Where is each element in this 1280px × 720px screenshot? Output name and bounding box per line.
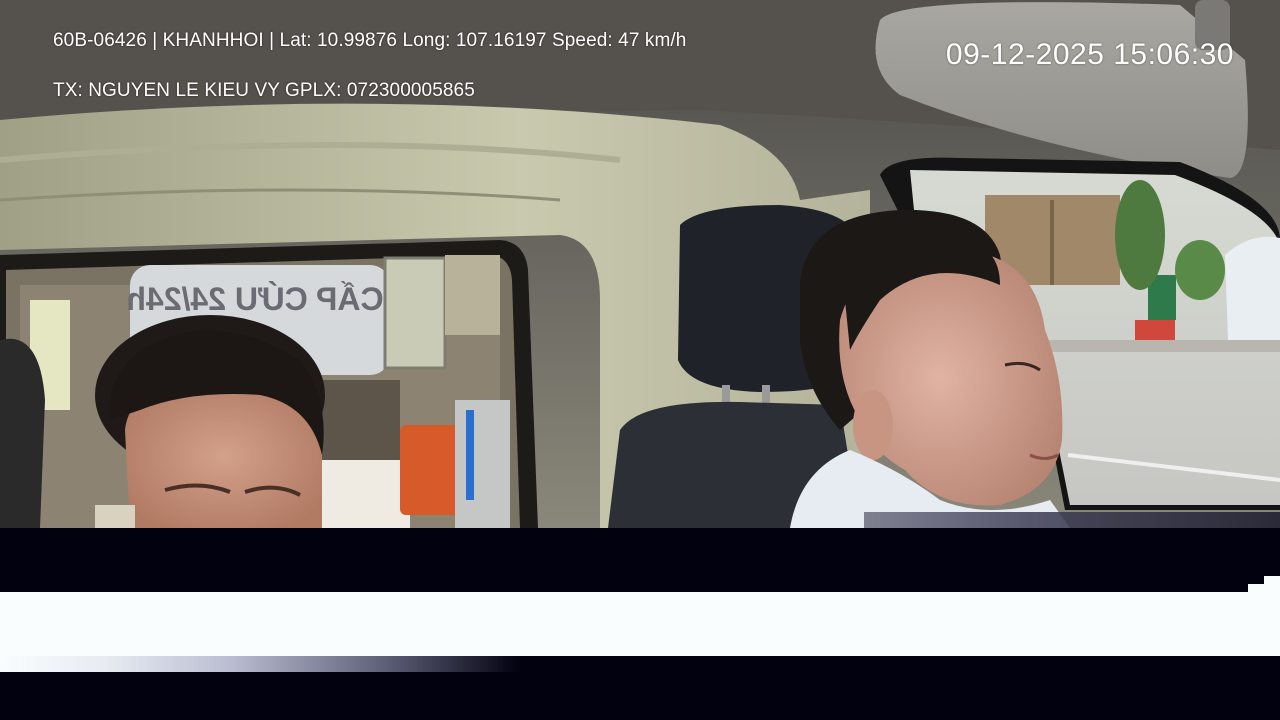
glitch-step — [1264, 576, 1280, 584]
vehicle-info-overlay: 60B-06426 | KHANHHOI | Lat: 10.99876 Lon… — [53, 30, 687, 51]
timestamp-overlay: 09-12-2025 15:06:30 — [945, 38, 1234, 71]
glitch-step — [1248, 584, 1280, 592]
glitch-strip-gradient — [0, 656, 520, 672]
glitch-strip-top — [864, 512, 1280, 528]
driver-info-overlay: TX: NGUYEN LE KIEU VY GPLX: 072300005865 — [53, 80, 475, 101]
dashcam-frame: CẤP CỨU 24/24h 0251 — [0, 0, 1280, 720]
window-sign-text: CẤP CỨU 24/24h — [126, 281, 383, 317]
corrupt-band-light — [0, 592, 1280, 656]
corrupt-band-dark-top — [0, 528, 1280, 592]
